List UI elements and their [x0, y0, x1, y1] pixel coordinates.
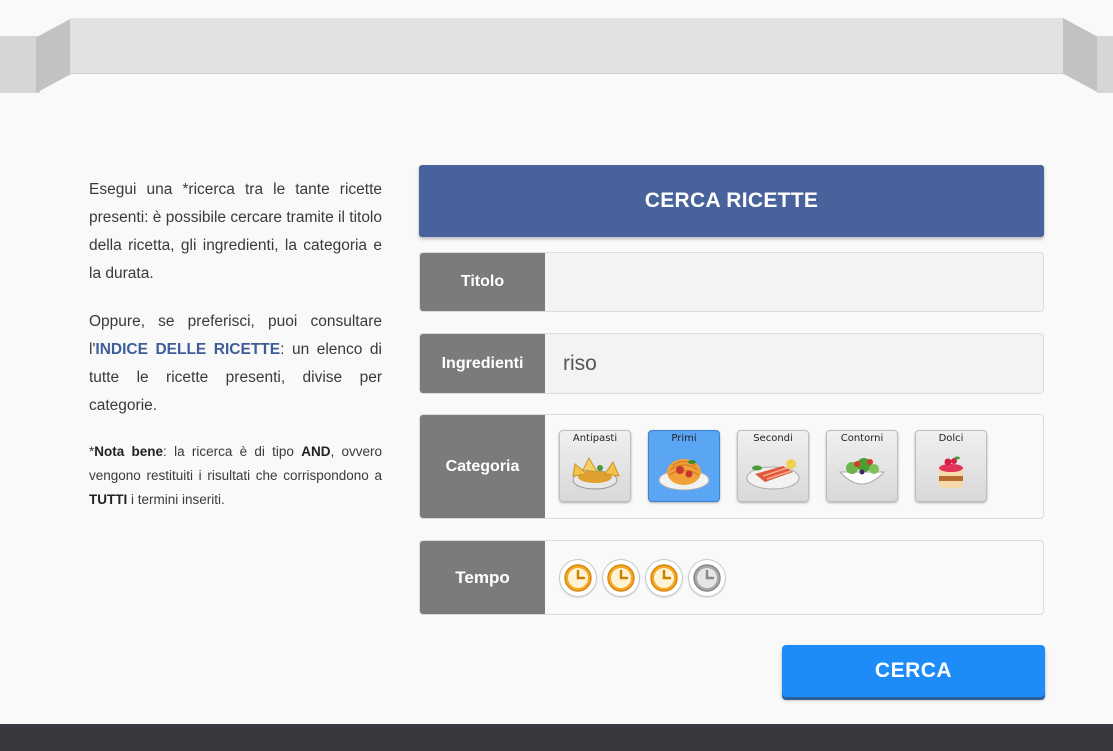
antipasti-icon — [572, 456, 620, 490]
titolo-row: Titolo — [419, 252, 1044, 312]
clock-option-3[interactable] — [646, 559, 682, 596]
recipe-index-link[interactable]: INDICE DELLE RICETTE — [95, 341, 280, 358]
pasta-icon — [658, 459, 710, 491]
salmon-icon — [746, 459, 800, 490]
category-name: Primi — [671, 433, 697, 444]
clock-option-1[interactable] — [560, 559, 596, 596]
note-and: AND — [301, 444, 331, 459]
salad-icon — [838, 458, 886, 485]
category-name: Antipasti — [572, 433, 618, 444]
tempo-row: Tempo — [419, 540, 1044, 615]
top-ribbon — [70, 18, 1063, 74]
ingredienti-row: Ingredienti — [419, 333, 1044, 394]
category-contorni[interactable]: Contorni — [826, 430, 898, 502]
note-paragraph: *Nota bene: la ricerca è di tipo AND, ov… — [89, 440, 382, 512]
categoria-row: Categoria Antipasti Primi Secondi Contor… — [419, 414, 1044, 519]
cerca-button[interactable]: CERCA — [782, 645, 1045, 697]
ribbon-tail-left — [0, 36, 40, 93]
note-bold: Nota bene — [94, 444, 164, 459]
tempo-label: Tempo — [420, 541, 545, 614]
titolo-input[interactable] — [545, 253, 1043, 311]
category-dolci[interactable]: Dolci — [915, 430, 987, 502]
cake-icon — [939, 456, 963, 488]
ribbon-fold-left — [36, 18, 72, 93]
clock-icon — [693, 563, 721, 592]
categoria-label: Categoria — [420, 415, 545, 518]
note-tutti: TUTTI — [89, 492, 128, 507]
ingredienti-input[interactable] — [545, 334, 1043, 393]
note-text-1: : la ricerca è di tipo — [163, 444, 302, 459]
clock-icon — [564, 563, 592, 592]
category-primi[interactable]: Primi — [648, 430, 720, 502]
form-title: CERCA RICETTE — [419, 165, 1044, 237]
clock-option-2[interactable] — [603, 559, 639, 596]
ribbon-fold-right — [1063, 18, 1099, 93]
note-text-3: i termini inseriti. — [127, 492, 225, 507]
time-rating — [545, 541, 725, 614]
footer-bar — [0, 724, 1113, 751]
clock-icon — [607, 563, 635, 592]
ingredienti-label: Ingredienti — [420, 334, 545, 393]
intro-paragraph-1: Esegui una *ricerca tra le tante ricette… — [89, 181, 382, 282]
category-secondi[interactable]: Secondi — [737, 430, 809, 502]
intro-text: Esegui una *ricerca tra le tante ricette… — [89, 176, 382, 532]
category-antipasti[interactable]: Antipasti — [559, 430, 631, 502]
clock-option-4[interactable] — [689, 559, 725, 596]
titolo-label: Titolo — [420, 253, 545, 311]
intro-paragraph-2: Oppure, se preferisci, puoi consultare l… — [89, 308, 382, 420]
category-name: Secondi — [753, 433, 793, 444]
category-name: Contorni — [840, 433, 884, 444]
category-name: Dolci — [938, 433, 964, 444]
category-options: Antipasti Primi Secondi Contorni Dolci — [545, 415, 987, 518]
ribbon-tail-right — [1097, 36, 1113, 93]
clock-icon — [650, 563, 678, 592]
